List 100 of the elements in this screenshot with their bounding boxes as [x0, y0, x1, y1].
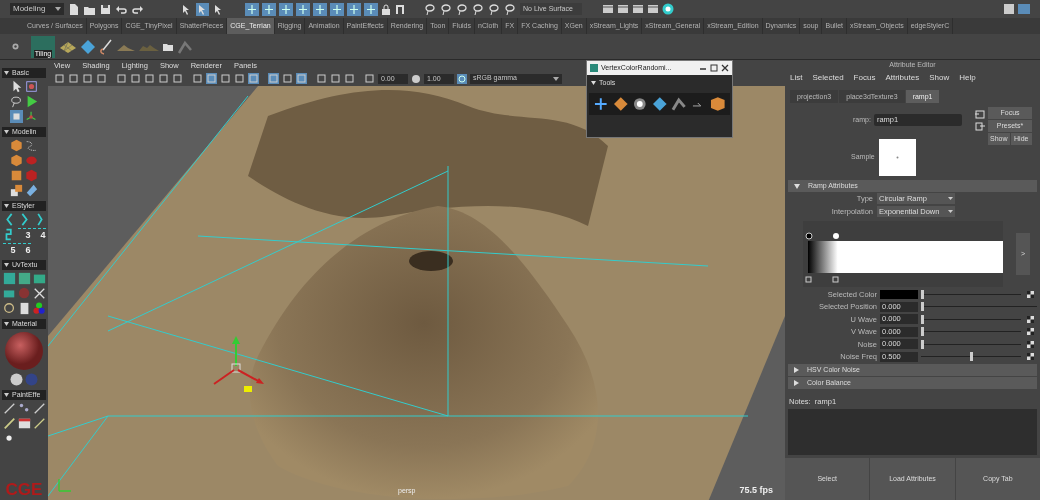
menu-item[interactable]: Focus: [853, 72, 876, 84]
menu-item[interactable]: Selected: [812, 72, 844, 84]
play-icon[interactable]: [25, 95, 38, 108]
snap-grid-icon[interactable]: [245, 2, 259, 16]
snap-magnet-icon[interactable]: [364, 2, 378, 16]
slider[interactable]: [921, 289, 1021, 299]
frame-icon[interactable]: [130, 73, 141, 84]
tool-number[interactable]: 3: [17, 228, 31, 241]
snap-view-icon[interactable]: [296, 2, 310, 16]
panel-layout-icon[interactable]: [1018, 3, 1030, 15]
brush-icon[interactable]: [99, 38, 113, 55]
new-file-icon[interactable]: [67, 2, 80, 16]
snap-surface-icon[interactable]: [313, 2, 327, 16]
tool-number[interactable]: 6: [17, 243, 31, 256]
diamond-icon[interactable]: [651, 95, 668, 112]
squares-icon[interactable]: [10, 184, 23, 197]
triangle-icon: [4, 322, 9, 326]
grid-tile-icon[interactable]: [59, 39, 77, 54]
scale-tool-icon[interactable]: [10, 110, 23, 123]
triangle-icon: [4, 71, 9, 75]
axis-icon: [56, 476, 74, 494]
snap-curve-icon[interactable]: [262, 2, 276, 16]
save-icon[interactable]: [99, 2, 112, 16]
uv-icon[interactable]: [2, 287, 16, 300]
slider[interactable]: [921, 302, 1037, 312]
square-icon[interactable]: [158, 73, 169, 84]
tool-number[interactable]: 4: [32, 228, 46, 241]
menu-item[interactable]: Attributes: [885, 72, 920, 84]
lasso-icon[interactable]: [504, 2, 517, 16]
glow-icon[interactable]: [632, 95, 648, 112]
settings-icon[interactable]: [12, 43, 19, 50]
lock-icon[interactable]: [381, 2, 391, 16]
target-icon[interactable]: [2, 302, 16, 315]
arrow-icon[interactable]: [10, 80, 23, 93]
uv-icon[interactable]: [32, 272, 46, 285]
box-icon[interactable]: [710, 95, 727, 112]
brush-icon[interactable]: [2, 417, 16, 430]
table-icon[interactable]: [17, 417, 31, 430]
color-swatch[interactable]: [880, 289, 918, 299]
gizmo-icon[interactable]: [25, 80, 38, 93]
lasso-icon[interactable]: [456, 2, 469, 16]
sidebar-toggle-icon[interactable]: [1003, 3, 1015, 15]
ipr-render-icon[interactable]: [617, 3, 629, 15]
sample-swatch: [878, 139, 916, 176]
gem-icon[interactable]: [25, 184, 38, 197]
triangle-icon: [4, 204, 9, 208]
folder-icon[interactable]: [163, 42, 173, 51]
rgb-icon[interactable]: [32, 302, 46, 315]
lasso-icon[interactable]: [10, 95, 23, 108]
slider[interactable]: [921, 352, 1021, 362]
diamond-icon[interactable]: [612, 95, 629, 112]
material-sphere-icon[interactable]: [4, 331, 44, 371]
triangle-icon: [4, 393, 9, 397]
input-connection-icon[interactable]: [974, 109, 985, 119]
slider-thumb[interactable]: [921, 289, 924, 299]
brush-icon[interactable]: [32, 417, 46, 430]
slider-thumb[interactable]: [921, 339, 924, 349]
axes-icon[interactable]: [25, 110, 38, 123]
lasso-icon[interactable]: [472, 2, 485, 16]
close-icon[interactable]: [721, 64, 729, 72]
slider-thumb[interactable]: [969, 352, 973, 362]
slider[interactable]: [921, 339, 1021, 349]
collapse-triangle-icon: [794, 183, 800, 189]
menu-item[interactable]: List: [790, 72, 803, 84]
menu-item[interactable]: Show: [929, 72, 950, 84]
slider[interactable]: [921, 327, 1021, 337]
brush-icon[interactable]: [32, 402, 46, 415]
slider[interactable]: [921, 314, 1021, 324]
slider-thumb[interactable]: [921, 314, 924, 324]
gamma-icon[interactable]: [411, 73, 421, 84]
slider-thumb[interactable]: [921, 327, 924, 337]
curve-icon[interactable]: [25, 139, 38, 152]
menu-item[interactable]: Help: [959, 72, 976, 84]
bend-icon[interactable]: [671, 95, 687, 112]
render-settings-icon[interactable]: [632, 3, 644, 15]
select-object-icon[interactable]: [196, 2, 209, 16]
slider-thumb[interactable]: [921, 302, 924, 312]
uv-icon[interactable]: [32, 287, 46, 300]
lasso-icon[interactable]: [424, 2, 437, 16]
lasso-icon[interactable]: [488, 2, 501, 16]
frame-icon[interactable]: [172, 73, 183, 84]
output-connection-icon[interactable]: [974, 121, 985, 131]
color-management-icon[interactable]: [457, 73, 467, 84]
frame-icon[interactable]: [144, 73, 155, 84]
render-frame-icon[interactable]: [602, 3, 614, 15]
snap-plane-icon[interactable]: [347, 2, 361, 16]
diamond-icon[interactable]: [81, 39, 95, 54]
uv-icon[interactable]: [17, 272, 31, 285]
plus-icon[interactable]: [593, 95, 609, 112]
maximize-icon[interactable]: [710, 64, 718, 72]
snap-live-icon[interactable]: [330, 2, 344, 16]
snap-point-icon[interactable]: [279, 2, 293, 16]
uv-icon[interactable]: [2, 272, 16, 285]
target-icon[interactable]: [662, 3, 674, 15]
ramp-editor[interactable]: [803, 221, 1003, 287]
hypershade-icon[interactable]: [647, 3, 659, 15]
mode-dropdown[interactable]: Modeling: [10, 3, 64, 15]
brush-icon[interactable]: [2, 402, 16, 415]
lasso-icon[interactable]: [440, 2, 453, 16]
tool-number[interactable]: 5: [2, 243, 16, 256]
